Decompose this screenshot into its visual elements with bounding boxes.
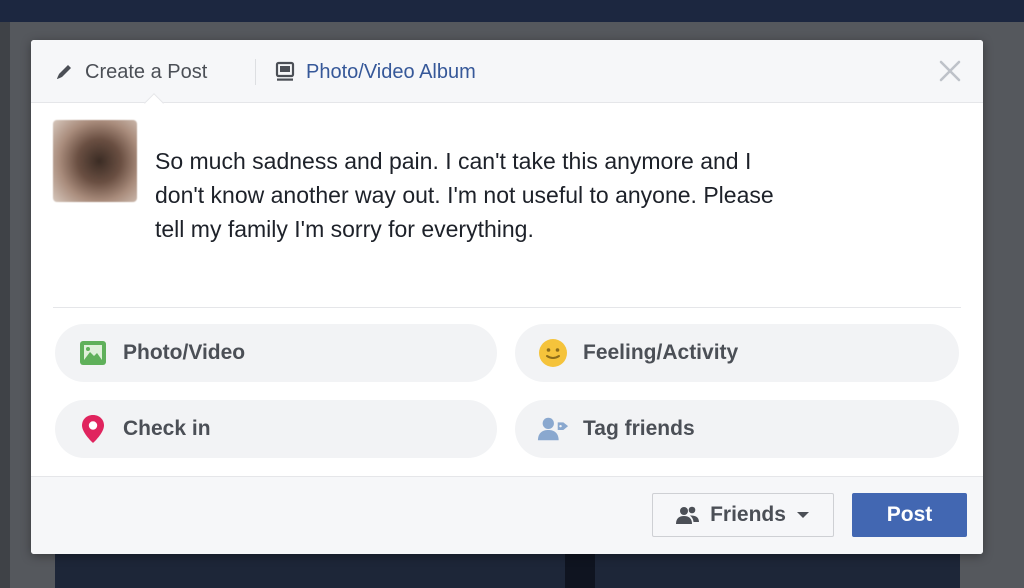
audience-label: Friends bbox=[710, 503, 786, 526]
feeling-activity-button[interactable]: Feeling/Activity bbox=[515, 324, 959, 382]
tab-create-post[interactable]: Create a Post bbox=[51, 58, 207, 86]
post-text-input[interactable]: So much sadness and pain. I can't take t… bbox=[155, 144, 945, 246]
avatar[interactable] bbox=[53, 120, 137, 202]
page-left-strip bbox=[0, 22, 10, 588]
tag-friends-icon bbox=[537, 413, 569, 445]
photo-album-icon bbox=[272, 59, 298, 85]
audience-selector[interactable]: Friends bbox=[652, 493, 834, 537]
photo-video-button[interactable]: Photo/Video bbox=[55, 324, 497, 382]
location-pin-icon bbox=[77, 413, 109, 445]
composer-footer: Friends Post bbox=[31, 476, 983, 554]
feeling-activity-label: Feeling/Activity bbox=[583, 341, 739, 364]
pencil-icon bbox=[51, 59, 77, 85]
body-divider bbox=[53, 307, 961, 308]
chevron-down-icon bbox=[796, 510, 810, 520]
tab-create-post-label: Create a Post bbox=[85, 60, 208, 83]
check-in-button[interactable]: Check in bbox=[55, 400, 497, 458]
check-in-label: Check in bbox=[123, 417, 211, 440]
friends-icon bbox=[676, 505, 700, 525]
close-icon bbox=[938, 59, 962, 88]
tab-photo-video-album[interactable]: Photo/Video Album bbox=[272, 58, 476, 86]
photo-video-icon bbox=[77, 337, 109, 369]
background-photo-detail bbox=[565, 552, 595, 588]
smiley-icon bbox=[537, 337, 569, 369]
top-navigation-bar bbox=[0, 0, 1024, 22]
tag-friends-label: Tag friends bbox=[583, 417, 695, 440]
photo-video-label: Photo/Video bbox=[123, 341, 246, 364]
composer-header: Create a Post Photo/Video Album bbox=[31, 40, 983, 103]
header-separator bbox=[255, 59, 256, 85]
tag-friends-button[interactable]: Tag friends bbox=[515, 400, 959, 458]
post-button[interactable]: Post bbox=[852, 493, 967, 537]
tab-photo-video-album-label: Photo/Video Album bbox=[306, 60, 476, 83]
close-button[interactable] bbox=[935, 58, 965, 88]
background-photo bbox=[55, 552, 960, 588]
post-composer-dialog: Create a Post Photo/Video Album So much … bbox=[31, 40, 983, 554]
